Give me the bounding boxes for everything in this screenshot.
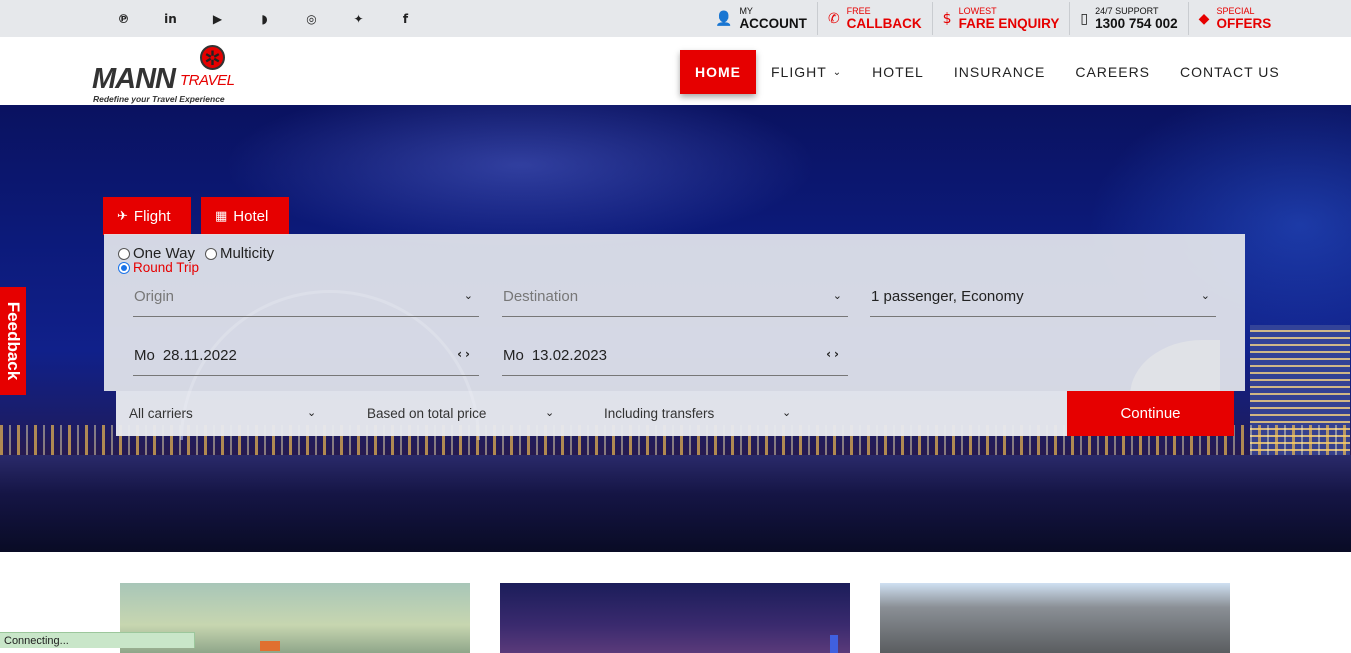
transfers-select[interactable]: Including transfers ⌄ <box>604 391 799 436</box>
carriers-select[interactable]: All carriers ⌄ <box>129 391 324 436</box>
social-links: ℗ in ▶ ◗ ◎ ✦ f <box>100 0 429 37</box>
nav-contact[interactable]: CONTACT US <box>1165 50 1295 94</box>
logo-travel: TRAVEL <box>180 72 235 89</box>
instagram-icon[interactable]: ◎ <box>288 12 335 26</box>
chevron-down-icon: ⌄ <box>782 406 792 419</box>
pinterest-icon[interactable]: ℗ <box>100 12 147 26</box>
callback-label: CALLBACK <box>846 15 922 31</box>
transfers-value: Including transfers <box>604 406 715 421</box>
card-image-detail <box>260 641 280 651</box>
radio-dot <box>118 261 130 274</box>
destination-placeholder: Destination <box>503 288 579 305</box>
offers-link[interactable]: ◆ SPECIAL OFFERS <box>1189 2 1282 35</box>
date-stepper-icon[interactable]: ‹› <box>826 347 842 361</box>
offers-small-label: SPECIAL <box>1216 5 1255 16</box>
logo[interactable]: ✲ MANN TRAVEL Redefine your Travel Exper… <box>92 45 242 104</box>
origin-placeholder: Origin <box>134 288 175 305</box>
tab-hotel-label: Hotel <box>233 207 269 225</box>
nav-careers[interactable]: CAREERS <box>1060 50 1165 94</box>
nav-flight-label: FLIGHT <box>771 64 827 80</box>
continue-button[interactable]: Continue <box>1067 391 1234 436</box>
tab-flight[interactable]: ✈ Flight <box>103 197 191 235</box>
phone-icon: ✆ <box>827 10 840 27</box>
mobile-icon: ▯ <box>1080 10 1089 27</box>
logo-star-icon: ✲ <box>200 45 225 70</box>
chevron-down-icon: ⌄ <box>545 406 555 419</box>
rss-icon[interactable]: ◗ <box>241 12 288 26</box>
support-phone: 1300 754 002 <box>1095 15 1178 31</box>
return-dow: Mo <box>503 347 524 364</box>
nav-flight[interactable]: FLIGHT ⌄ <box>756 50 857 94</box>
nav-hotel[interactable]: HOTEL <box>857 50 939 94</box>
radio-dot <box>204 247 217 260</box>
depart-date: 28.11.2022 <box>162 347 237 364</box>
date-stepper-icon[interactable]: ‹› <box>457 347 473 361</box>
chevron-down-icon: ⌄ <box>832 66 843 78</box>
destination-card[interactable] <box>880 583 1230 653</box>
support-links: 👤 MY ACCOUNT ✆ FREE CALLBACK $ LOWEST FA… <box>705 0 1281 37</box>
radio-multicity-label: Multicity <box>219 245 275 262</box>
fare-enquiry-link[interactable]: $ LOWEST FARE ENQUIRY <box>933 2 1071 35</box>
account-link[interactable]: 👤 MY ACCOUNT <box>705 2 818 35</box>
flight-search-panel: One Way Round Trip Multicity Origin ⌄ De… <box>104 234 1245 391</box>
chevron-down-icon: ⌄ <box>1200 289 1210 302</box>
price-select[interactable]: Based on total price ⌄ <box>367 391 562 436</box>
radio-round-trip-label: Round Trip <box>133 260 200 275</box>
fare-small-label: LOWEST <box>958 5 997 16</box>
support-phone-link[interactable]: ▯ 24/7 SUPPORT 1300 754 002 <box>1070 2 1189 35</box>
offers-label: OFFERS <box>1216 15 1272 31</box>
fare-label: FARE ENQUIRY <box>958 15 1060 31</box>
support-small-label: 24/7 SUPPORT <box>1095 5 1159 16</box>
tab-flight-label: Flight <box>133 207 171 225</box>
account-small-label: MY <box>739 5 753 16</box>
site-header: ✲ MANN TRAVEL Redefine your Travel Exper… <box>0 37 1351 105</box>
account-label: ACCOUNT <box>739 15 807 31</box>
passengers-value: 1 passenger, Economy <box>871 288 1024 305</box>
nav-insurance[interactable]: INSURANCE <box>939 50 1060 94</box>
tab-hotel[interactable]: ▦ Hotel <box>201 197 289 235</box>
main-nav: HOME FLIGHT ⌄ HOTEL INSURANCE CAREERS CO… <box>680 50 1295 94</box>
chevron-down-icon: ⌄ <box>832 289 842 302</box>
user-icon: 👤 <box>715 10 733 27</box>
radio-multicity[interactable]: Multicity <box>204 245 275 262</box>
destination-card[interactable] <box>500 583 850 653</box>
chevron-down-icon: ⌄ <box>307 406 317 419</box>
return-date: 13.02.2023 <box>531 347 607 364</box>
dollar-icon: $ <box>942 10 952 27</box>
twitter-icon[interactable]: ✦ <box>335 12 382 26</box>
building-icon: ▦ <box>215 208 228 224</box>
callback-link[interactable]: ✆ FREE CALLBACK <box>818 2 933 35</box>
card-image-detail <box>830 635 838 653</box>
nav-home[interactable]: HOME <box>680 50 756 94</box>
youtube-icon[interactable]: ▶ <box>194 12 241 26</box>
depart-dow: Mo <box>134 347 155 364</box>
tag-icon: ◆ <box>1198 10 1210 27</box>
carriers-value: All carriers <box>129 406 193 421</box>
top-bar: ℗ in ▶ ◗ ◎ ✦ f 👤 MY ACCOUNT ✆ FREE CALLB… <box>0 0 1351 37</box>
browser-status-bar: Connecting... <box>0 632 195 648</box>
logo-tagline: Redefine your Travel Experience <box>93 94 225 104</box>
logo-mann: MANN <box>92 63 176 95</box>
trip-type-group: One Way Round Trip Multicity <box>118 245 284 275</box>
airplane-icon: ✈ <box>117 208 128 224</box>
facebook-icon[interactable]: f <box>382 12 429 26</box>
feedback-label: Feedback <box>4 301 23 381</box>
depart-date-field[interactable]: Mo 28.11.2022 ‹› <box>133 336 479 376</box>
price-value: Based on total price <box>367 406 487 421</box>
origin-field[interactable]: Origin ⌄ <box>133 277 479 317</box>
chevron-down-icon: ⌄ <box>463 289 473 302</box>
harbour-water-graphic <box>0 455 1351 552</box>
destination-field[interactable]: Destination ⌄ <box>502 277 848 317</box>
linkedin-icon[interactable]: in <box>147 12 194 26</box>
passengers-select[interactable]: 1 passenger, Economy ⌄ <box>870 277 1216 317</box>
callback-small-label: FREE <box>846 5 871 16</box>
feedback-tab[interactable]: Feedback <box>0 287 26 395</box>
return-date-field[interactable]: Mo 13.02.2023 ‹› <box>502 336 848 376</box>
